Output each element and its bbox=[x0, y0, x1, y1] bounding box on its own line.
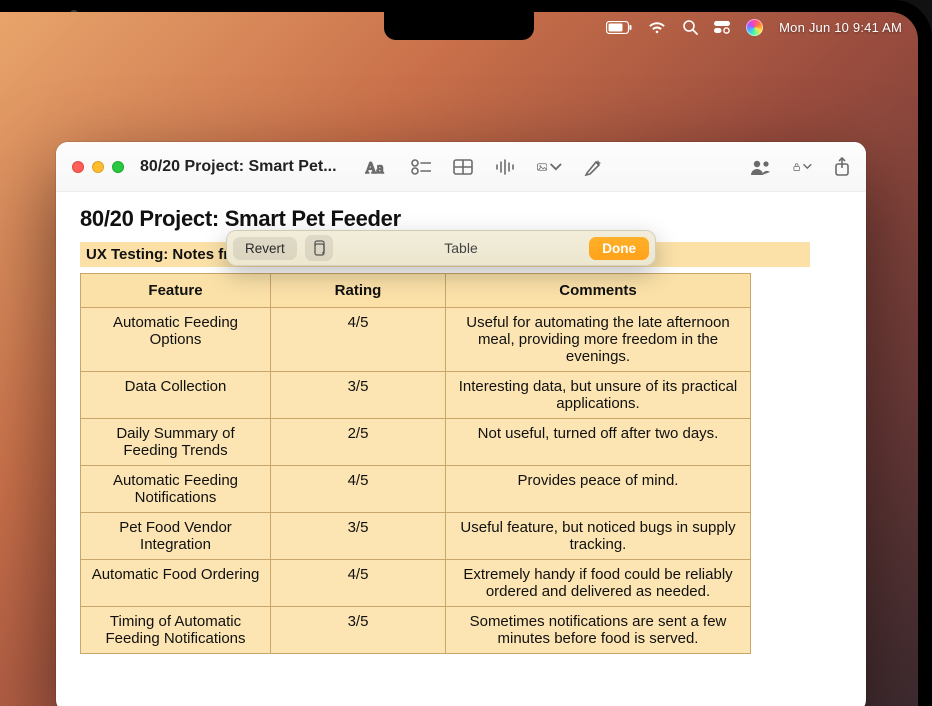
table-row[interactable]: Daily Summary of Feeding Trends2/5Not us… bbox=[81, 419, 751, 466]
cell-comments[interactable]: Useful for automating the late afternoon… bbox=[446, 308, 751, 372]
table-row[interactable]: Data Collection3/5Interesting data, but … bbox=[81, 372, 751, 419]
note-content[interactable]: 80/20 Project: Smart Pet Feeder UX Testi… bbox=[56, 192, 866, 706]
battery-icon[interactable] bbox=[606, 21, 632, 34]
checklist-button[interactable] bbox=[411, 159, 431, 175]
close-button[interactable] bbox=[72, 161, 84, 173]
cell-comments[interactable]: Extremely handy if food could be reliabl… bbox=[446, 560, 751, 607]
cell-feature[interactable]: Data Collection bbox=[81, 372, 271, 419]
cell-rating[interactable]: 3/5 bbox=[271, 372, 446, 419]
cell-comments[interactable]: Provides peace of mind. bbox=[446, 466, 751, 513]
fullscreen-button[interactable] bbox=[112, 161, 124, 173]
cell-feature[interactable]: Pet Food Vendor Integration bbox=[81, 513, 271, 560]
window-title: 80/20 Project: Smart Pet... bbox=[140, 158, 337, 176]
cell-rating[interactable]: 3/5 bbox=[271, 513, 446, 560]
document-title: 80/20 Project: Smart Pet Feeder bbox=[80, 206, 842, 232]
format-button[interactable]: Aa bbox=[365, 158, 389, 176]
notch bbox=[384, 12, 534, 40]
cell-rating[interactable]: 2/5 bbox=[271, 419, 446, 466]
share-button[interactable] bbox=[834, 157, 850, 177]
chevron-down-icon bbox=[803, 162, 812, 171]
table-row[interactable]: Automatic Food Ordering4/5Extremely hand… bbox=[81, 560, 751, 607]
window-controls bbox=[72, 161, 124, 173]
table-button[interactable] bbox=[453, 159, 473, 175]
notes-window: 80/20 Project: Smart Pet... Aa bbox=[56, 142, 866, 706]
table-row[interactable]: Automatic Feeding Options4/5Useful for a… bbox=[81, 308, 751, 372]
popover-label: Table bbox=[341, 240, 581, 256]
cell-comments[interactable]: Sometimes notifications are sent a few m… bbox=[446, 607, 751, 654]
revert-button[interactable]: Revert bbox=[233, 237, 297, 260]
done-button[interactable]: Done bbox=[589, 237, 649, 260]
chevron-down-icon bbox=[550, 161, 562, 173]
search-icon[interactable] bbox=[682, 19, 698, 35]
table-row[interactable]: Pet Food Vendor Integration3/5Useful fea… bbox=[81, 513, 751, 560]
cell-feature[interactable]: Daily Summary of Feeding Trends bbox=[81, 419, 271, 466]
ai-tools-button[interactable] bbox=[584, 158, 604, 176]
cell-feature[interactable]: Automatic Feeding Notifications bbox=[81, 466, 271, 513]
cell-feature[interactable]: Automatic Feeding Options bbox=[81, 308, 271, 372]
wifi-icon[interactable] bbox=[648, 21, 666, 34]
cell-comments[interactable]: Interesting data, but unsure of its prac… bbox=[446, 372, 751, 419]
table-row[interactable]: Automatic Feeding Notifications4/5Provid… bbox=[81, 466, 751, 513]
header-feature[interactable]: Feature bbox=[81, 274, 271, 308]
media-button[interactable] bbox=[537, 159, 562, 175]
cell-rating[interactable]: 4/5 bbox=[271, 308, 446, 372]
header-comments[interactable]: Comments bbox=[446, 274, 751, 308]
cell-rating[interactable]: 3/5 bbox=[271, 607, 446, 654]
minimize-button[interactable] bbox=[92, 161, 104, 173]
cell-feature[interactable]: Automatic Food Ordering bbox=[81, 560, 271, 607]
cell-rating[interactable]: 4/5 bbox=[271, 466, 446, 513]
svg-text:Aa: Aa bbox=[365, 160, 384, 176]
titlebar: 80/20 Project: Smart Pet... Aa bbox=[56, 142, 866, 192]
cell-feature[interactable]: Timing of Automatic Feeding Notification… bbox=[81, 607, 271, 654]
menubar-clock[interactable]: Mon Jun 10 9:41 AM bbox=[779, 20, 902, 35]
siri-icon[interactable] bbox=[746, 19, 763, 36]
copy-button[interactable] bbox=[305, 235, 333, 261]
table-header-row: Feature Rating Comments bbox=[81, 274, 751, 308]
control-center-icon[interactable] bbox=[714, 20, 730, 34]
table-row[interactable]: Timing of Automatic Feeding Notification… bbox=[81, 607, 751, 654]
audio-button[interactable] bbox=[495, 159, 515, 175]
header-rating[interactable]: Rating bbox=[271, 274, 446, 308]
cell-comments[interactable]: Not useful, turned off after two days. bbox=[446, 419, 751, 466]
collaborate-button[interactable] bbox=[749, 158, 771, 176]
cell-rating[interactable]: 4/5 bbox=[271, 560, 446, 607]
table-popover: Revert Table Done bbox=[226, 230, 656, 266]
lock-button[interactable] bbox=[793, 158, 812, 176]
feature-table[interactable]: Feature Rating Comments Automatic Feedin… bbox=[80, 273, 751, 654]
cell-comments[interactable]: Useful feature, but noticed bugs in supp… bbox=[446, 513, 751, 560]
